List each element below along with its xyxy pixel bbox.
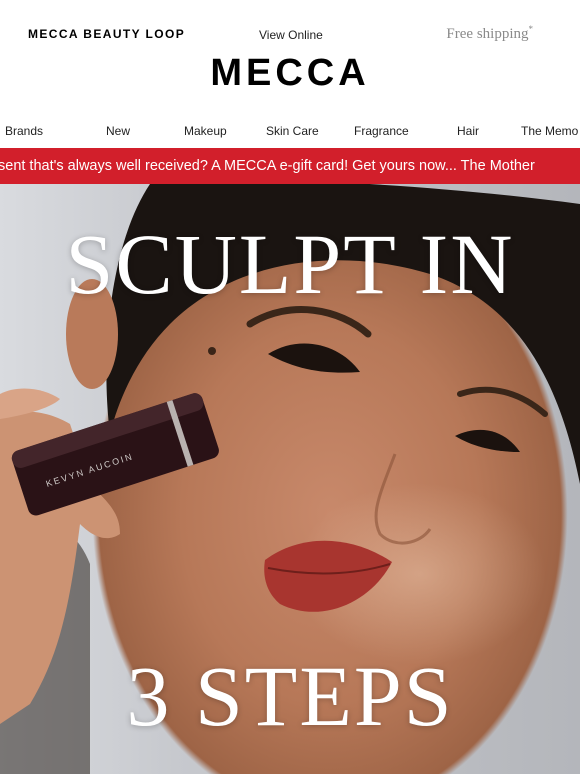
headline-sculpt-in: SCULPT IN: [65, 216, 515, 312]
lips: [264, 540, 392, 612]
view-online-link[interactable]: View Online: [259, 28, 323, 42]
beauty-mark: [208, 347, 216, 355]
nav-item-the-memo[interactable]: The Memo: [521, 124, 578, 138]
promo-banner-text: sent that's always well received? A MECC…: [0, 158, 535, 174]
nav-item-makeup[interactable]: Makeup: [184, 124, 227, 138]
free-shipping-label: Free shipping: [446, 26, 529, 42]
headline-3-steps: 3 STEPS: [126, 648, 454, 744]
nose-shape: [374, 453, 432, 545]
beauty-loop-link[interactable]: MECCA BEAUTY LOOP: [28, 27, 185, 41]
right-brow: [457, 386, 548, 417]
email-header: MECCA BEAUTY LOOP View Online Free shipp…: [0, 0, 580, 60]
promo-banner[interactable]: sent that's always well received? A MECC…: [0, 148, 580, 184]
nav-item-hair[interactable]: Hair: [457, 124, 479, 138]
right-eye: [455, 429, 520, 452]
nav-item-fragrance[interactable]: Fragrance: [354, 124, 409, 138]
category-nav: Brands New Makeup Skin Care Fragrance Ha…: [0, 124, 580, 142]
nav-item-skin-care[interactable]: Skin Care: [266, 124, 319, 138]
free-shipping-link[interactable]: Free shipping*: [446, 24, 533, 43]
nav-item-new[interactable]: New: [106, 124, 130, 138]
hero-image[interactable]: KEVYN AUCOIN SCULPT IN 3 STEPS: [0, 184, 580, 774]
nav-item-brands[interactable]: Brands: [5, 124, 43, 138]
left-eye: [268, 343, 360, 373]
mecca-logo[interactable]: MECCA: [0, 52, 580, 95]
free-shipping-asterisk: *: [528, 24, 534, 34]
